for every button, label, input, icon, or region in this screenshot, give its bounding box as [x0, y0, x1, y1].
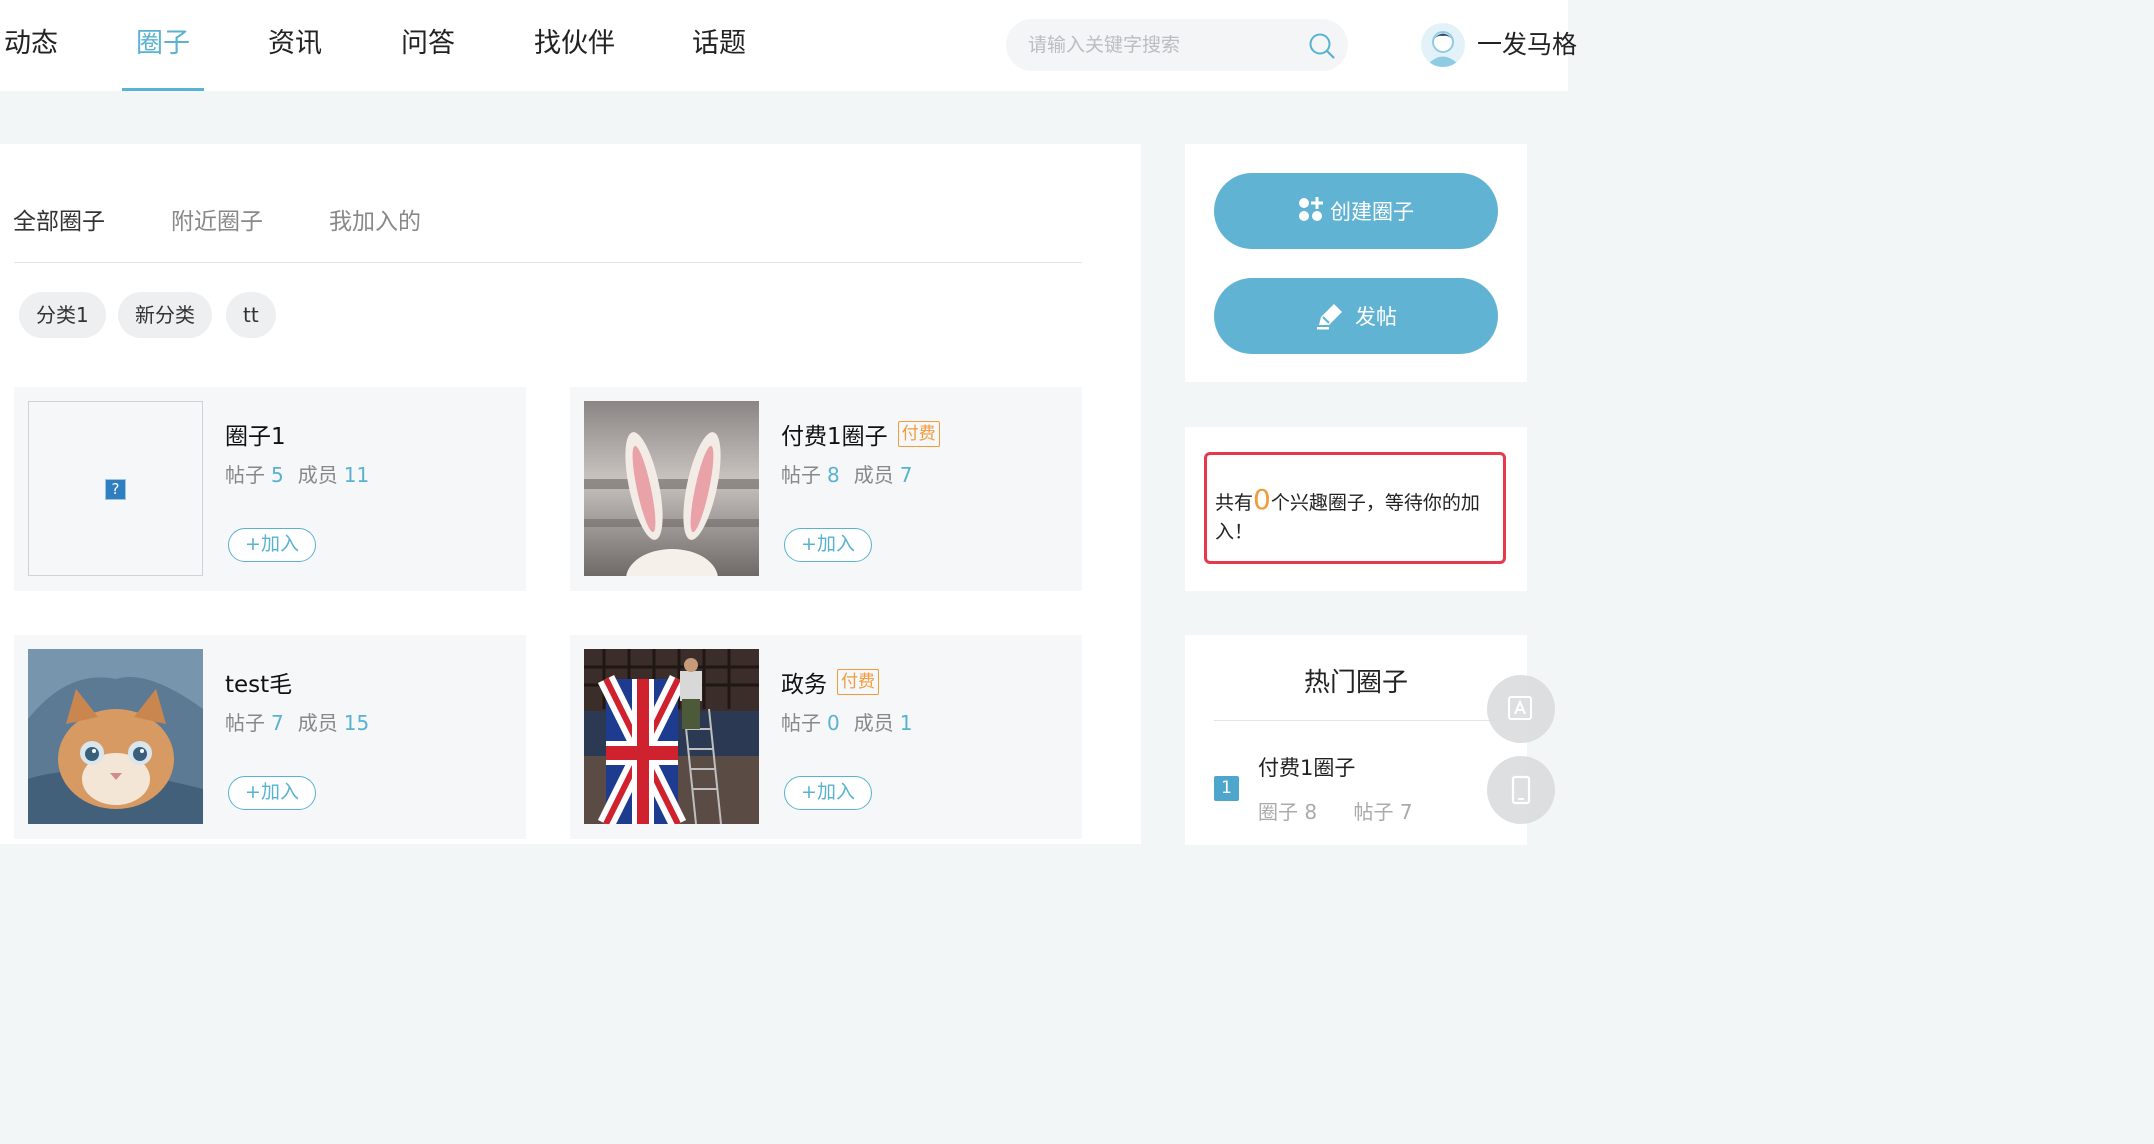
circle-name[interactable]: 政务 — [781, 665, 827, 699]
tab-all-circles[interactable]: 全部圈子 — [13, 202, 105, 236]
circle-stats: 帖子 7 成员 15 — [225, 707, 383, 736]
circle-card[interactable]: test毛 帖子 7 成员 15 +加入 — [14, 635, 526, 839]
posts-label: 帖子 — [781, 711, 821, 735]
kitten-image — [28, 649, 203, 824]
posts-label: 帖子 — [225, 711, 265, 735]
circle-thumbnail[interactable] — [584, 649, 759, 824]
bunny-ears-image — [584, 401, 759, 576]
members-count: 7 — [899, 463, 913, 487]
notice-prefix: 共有 — [1215, 492, 1254, 514]
search-icon[interactable] — [1308, 32, 1336, 60]
post-button[interactable]: 发帖 — [1214, 278, 1498, 354]
paid-badge: 付费 — [837, 669, 879, 695]
category-chip-2[interactable]: 新分类 — [118, 292, 212, 338]
circle-card[interactable]: ? 圈子1 帖子 5 成员 11 +加入 — [14, 387, 526, 591]
circle-stats: 帖子 0 成员 1 — [781, 707, 926, 736]
members-count: 15 — [343, 711, 370, 735]
create-circle-button[interactable]: 创建圈子 — [1214, 173, 1498, 249]
mobile-icon — [1511, 775, 1531, 805]
tab-joined-circles[interactable]: 我加入的 — [329, 202, 421, 236]
hot-post-count: 7 — [1399, 800, 1413, 824]
circle-name[interactable]: 付费1圈子 — [781, 417, 888, 451]
nav-item-qa[interactable]: 问答 — [401, 0, 455, 91]
posts-count: 7 — [271, 711, 284, 735]
members-count: 11 — [343, 463, 370, 487]
nav-item-news[interactable]: 资讯 — [268, 0, 322, 91]
create-circle-label: 创建圈子 — [1330, 200, 1414, 224]
create-circle-icon — [1299, 197, 1323, 221]
broken-image-icon: ? — [105, 479, 126, 500]
hot-circle-stats: 圈子 8 帖子 7 — [1258, 796, 1413, 825]
circle-stats: 帖子 5 成员 11 — [225, 459, 383, 488]
notice-count: 0 — [1253, 483, 1271, 516]
circle-name[interactable]: 圈子1 — [225, 417, 286, 451]
circle-name[interactable]: test毛 — [225, 665, 292, 699]
hot-circles-title: 热门圈子 — [1303, 668, 1408, 698]
circle-title[interactable]: 付费1圈子 付费 — [781, 417, 940, 451]
username[interactable]: 一发马格 — [1477, 0, 1577, 91]
rank-badge: 1 — [1214, 776, 1239, 801]
avatar[interactable] — [1421, 23, 1465, 67]
circle-title[interactable]: test毛 — [225, 665, 292, 699]
posts-count: 0 — [827, 711, 840, 735]
search-input[interactable] — [1028, 19, 1298, 71]
join-button[interactable]: +加入 — [784, 776, 872, 810]
members-label: 成员 — [297, 711, 338, 735]
floating-mobile-button[interactable] — [1487, 756, 1555, 824]
nav-item-circles[interactable]: 圈子 — [122, 0, 204, 91]
hot-divider — [1214, 720, 1498, 721]
post-label: 发帖 — [1355, 305, 1397, 329]
search-box — [1006, 19, 1348, 71]
posts-label: 帖子 — [225, 463, 265, 487]
union-jack-image — [584, 649, 759, 824]
hot-post-label: 帖子 — [1353, 800, 1394, 824]
nav-item-dynamic[interactable]: 动态 — [4, 0, 58, 91]
tab-divider — [14, 262, 1082, 263]
circle-thumbnail[interactable]: ? — [28, 401, 203, 576]
circle-title[interactable]: 政务 付费 — [781, 665, 879, 699]
hot-circle-label: 圈子 — [1258, 800, 1298, 824]
members-label: 成员 — [297, 463, 338, 487]
circle-thumbnail[interactable] — [28, 649, 203, 824]
nav-item-find-partner[interactable]: 找伙伴 — [534, 0, 615, 91]
floating-font-button[interactable] — [1487, 675, 1555, 743]
members-count: 1 — [899, 711, 913, 735]
posts-count: 8 — [827, 463, 840, 487]
hot-circle-count: 8 — [1304, 800, 1318, 824]
circle-stats: 帖子 8 成员 7 — [781, 459, 926, 488]
pencil-icon — [1317, 304, 1342, 330]
circle-count-notice: 共有0个兴趣圈子，等待你的加入！ — [1204, 452, 1506, 564]
nav-item-topics[interactable]: 话题 — [692, 0, 746, 91]
circle-thumbnail[interactable] — [584, 401, 759, 576]
circle-card[interactable]: 付费1圈子 付费 帖子 8 成员 7 +加入 — [570, 387, 1082, 591]
user-avatar-icon — [1421, 23, 1465, 67]
category-chip-1[interactable]: 分类1 — [19, 292, 106, 338]
join-button[interactable]: +加入 — [228, 528, 316, 562]
members-label: 成员 — [853, 463, 894, 487]
members-label: 成员 — [853, 711, 894, 735]
join-button[interactable]: +加入 — [784, 528, 872, 562]
category-chip-3[interactable]: tt — [226, 292, 276, 338]
circle-title[interactable]: 圈子1 — [225, 417, 286, 451]
posts-label: 帖子 — [781, 463, 821, 487]
circle-card[interactable]: 政务 付费 帖子 0 成员 1 +加入 — [570, 635, 1082, 839]
tab-nearby-circles[interactable]: 附近圈子 — [171, 202, 263, 236]
join-button[interactable]: +加入 — [228, 776, 316, 810]
paid-badge: 付费 — [897, 421, 940, 447]
hot-circle-name[interactable]: 付费1圈子 — [1258, 752, 1355, 782]
posts-count: 5 — [271, 463, 284, 487]
top-nav-bar: 动态 圈子 资讯 问答 找伙伴 话题 一发马格 — [0, 0, 1577, 91]
font-size-icon — [1508, 696, 1532, 720]
